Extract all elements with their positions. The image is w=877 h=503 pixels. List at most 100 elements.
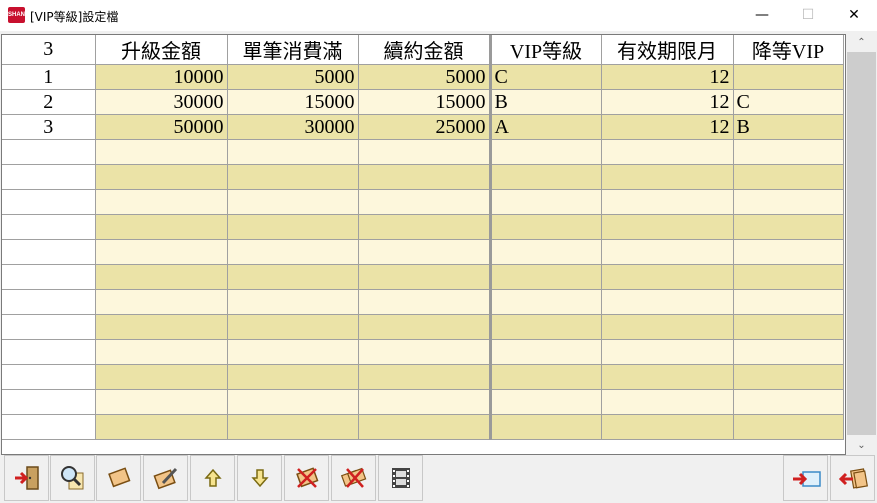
cell-validity-months[interactable] xyxy=(601,414,734,440)
cell-renewal-amount[interactable] xyxy=(358,414,492,440)
cell-renewal-amount[interactable] xyxy=(358,214,492,240)
cell-upgrade-amount[interactable]: 50000 xyxy=(95,114,228,140)
table-row[interactable] xyxy=(2,239,844,265)
delete-multi-button[interactable] xyxy=(331,455,376,501)
minimize-button[interactable]: — xyxy=(739,0,785,31)
cell-vip-level[interactable] xyxy=(490,189,602,215)
cell-vip-level[interactable]: C xyxy=(490,64,602,90)
cell-single-purchase[interactable] xyxy=(227,289,359,315)
cell-downgrade-vip[interactable] xyxy=(733,64,844,90)
cell-vip-level[interactable]: B xyxy=(490,89,602,115)
cell-single-purchase[interactable]: 15000 xyxy=(227,89,359,115)
cell-upgrade-amount[interactable] xyxy=(95,414,228,440)
cell-validity-months[interactable] xyxy=(601,389,734,415)
table-row[interactable] xyxy=(2,389,844,415)
export-button[interactable] xyxy=(783,455,828,501)
cell-validity-months[interactable] xyxy=(601,214,734,240)
row-index-cell[interactable] xyxy=(2,364,96,390)
cell-validity-months[interactable] xyxy=(601,339,734,365)
row-index-cell[interactable] xyxy=(2,139,96,165)
table-row[interactable] xyxy=(2,414,844,440)
cell-single-purchase[interactable] xyxy=(227,189,359,215)
exit-button[interactable] xyxy=(4,455,49,501)
column-header-single-purchase[interactable]: 單筆消費滿 xyxy=(227,35,359,65)
cell-validity-months[interactable]: 12 xyxy=(601,64,734,90)
table-row[interactable] xyxy=(2,339,844,365)
table-row[interactable] xyxy=(2,189,844,215)
cell-upgrade-amount[interactable] xyxy=(95,214,228,240)
cell-single-purchase[interactable] xyxy=(227,164,359,190)
row-index-cell[interactable] xyxy=(2,189,96,215)
column-header-downgrade-vip[interactable]: 降等VIP xyxy=(733,35,844,65)
cell-vip-level[interactable] xyxy=(490,289,602,315)
table-row[interactable] xyxy=(2,214,844,240)
column-header-upgrade-amount[interactable]: 升級金額 xyxy=(95,35,228,65)
cell-vip-level[interactable] xyxy=(490,239,602,265)
table-row[interactable] xyxy=(2,314,844,340)
cell-single-purchase[interactable] xyxy=(227,364,359,390)
cell-vip-level[interactable] xyxy=(490,264,602,290)
cell-upgrade-amount[interactable] xyxy=(95,139,228,165)
cell-single-purchase[interactable] xyxy=(227,389,359,415)
row-index-cell[interactable] xyxy=(2,239,96,265)
cell-renewal-amount[interactable] xyxy=(358,264,492,290)
cell-single-purchase[interactable] xyxy=(227,139,359,165)
cell-validity-months[interactable] xyxy=(601,289,734,315)
delete-button[interactable] xyxy=(284,455,329,501)
cell-upgrade-amount[interactable] xyxy=(95,339,228,365)
cell-vip-level[interactable] xyxy=(490,414,602,440)
table-row[interactable] xyxy=(2,139,844,165)
column-header-renewal-amount[interactable]: 續約金額 xyxy=(358,35,492,65)
table-row[interactable] xyxy=(2,364,844,390)
cell-single-purchase[interactable] xyxy=(227,264,359,290)
cell-upgrade-amount[interactable] xyxy=(95,264,228,290)
table-row[interactable] xyxy=(2,289,844,315)
cell-validity-months[interactable] xyxy=(601,164,734,190)
cell-downgrade-vip[interactable] xyxy=(733,364,844,390)
column-header-validity-months[interactable]: 有效期限月 xyxy=(601,35,734,65)
cell-downgrade-vip[interactable] xyxy=(733,414,844,440)
cell-renewal-amount[interactable] xyxy=(358,289,492,315)
cell-single-purchase[interactable] xyxy=(227,414,359,440)
cell-downgrade-vip[interactable] xyxy=(733,164,844,190)
cell-vip-level[interactable]: A xyxy=(490,114,602,140)
cell-renewal-amount[interactable]: 5000 xyxy=(358,64,492,90)
cell-upgrade-amount[interactable] xyxy=(95,164,228,190)
cell-renewal-amount[interactable] xyxy=(358,239,492,265)
cell-vip-level[interactable] xyxy=(490,214,602,240)
table-row[interactable]: 3 50000 30000 25000 A 12 B xyxy=(2,114,844,140)
cell-vip-level[interactable] xyxy=(490,139,602,165)
cell-downgrade-vip[interactable] xyxy=(733,214,844,240)
cell-validity-months[interactable] xyxy=(601,264,734,290)
cell-single-purchase[interactable] xyxy=(227,339,359,365)
search-button[interactable] xyxy=(50,455,95,501)
row-index-cell[interactable] xyxy=(2,264,96,290)
cell-validity-months[interactable] xyxy=(601,364,734,390)
cell-single-purchase[interactable] xyxy=(227,239,359,265)
cell-validity-months[interactable] xyxy=(601,139,734,165)
move-up-button[interactable] xyxy=(190,455,235,501)
cell-renewal-amount[interactable] xyxy=(358,314,492,340)
cell-downgrade-vip[interactable]: B xyxy=(733,114,844,140)
table-row[interactable]: 2 30000 15000 15000 B 12 C xyxy=(2,89,844,115)
cell-validity-months[interactable] xyxy=(601,189,734,215)
cell-downgrade-vip[interactable]: C xyxy=(733,89,844,115)
cell-single-purchase[interactable] xyxy=(227,214,359,240)
cell-renewal-amount[interactable] xyxy=(358,389,492,415)
cell-downgrade-vip[interactable] xyxy=(733,389,844,415)
cell-validity-months[interactable] xyxy=(601,239,734,265)
scroll-up-icon[interactable]: ⌃ xyxy=(846,34,877,52)
row-index-cell[interactable] xyxy=(2,389,96,415)
cell-validity-months[interactable]: 12 xyxy=(601,89,734,115)
cell-vip-level[interactable] xyxy=(490,364,602,390)
cell-upgrade-amount[interactable] xyxy=(95,239,228,265)
close-button[interactable]: ✕ xyxy=(831,0,877,31)
cell-upgrade-amount[interactable] xyxy=(95,389,228,415)
column-header-vip-level[interactable]: VIP等級 xyxy=(490,35,602,65)
row-index-cell[interactable]: 1 xyxy=(2,64,96,90)
cell-validity-months[interactable] xyxy=(601,314,734,340)
row-index-cell[interactable]: 3 xyxy=(2,114,96,140)
cell-upgrade-amount[interactable] xyxy=(95,314,228,340)
scroll-down-icon[interactable]: ⌄ xyxy=(846,437,877,455)
cell-vip-level[interactable] xyxy=(490,339,602,365)
